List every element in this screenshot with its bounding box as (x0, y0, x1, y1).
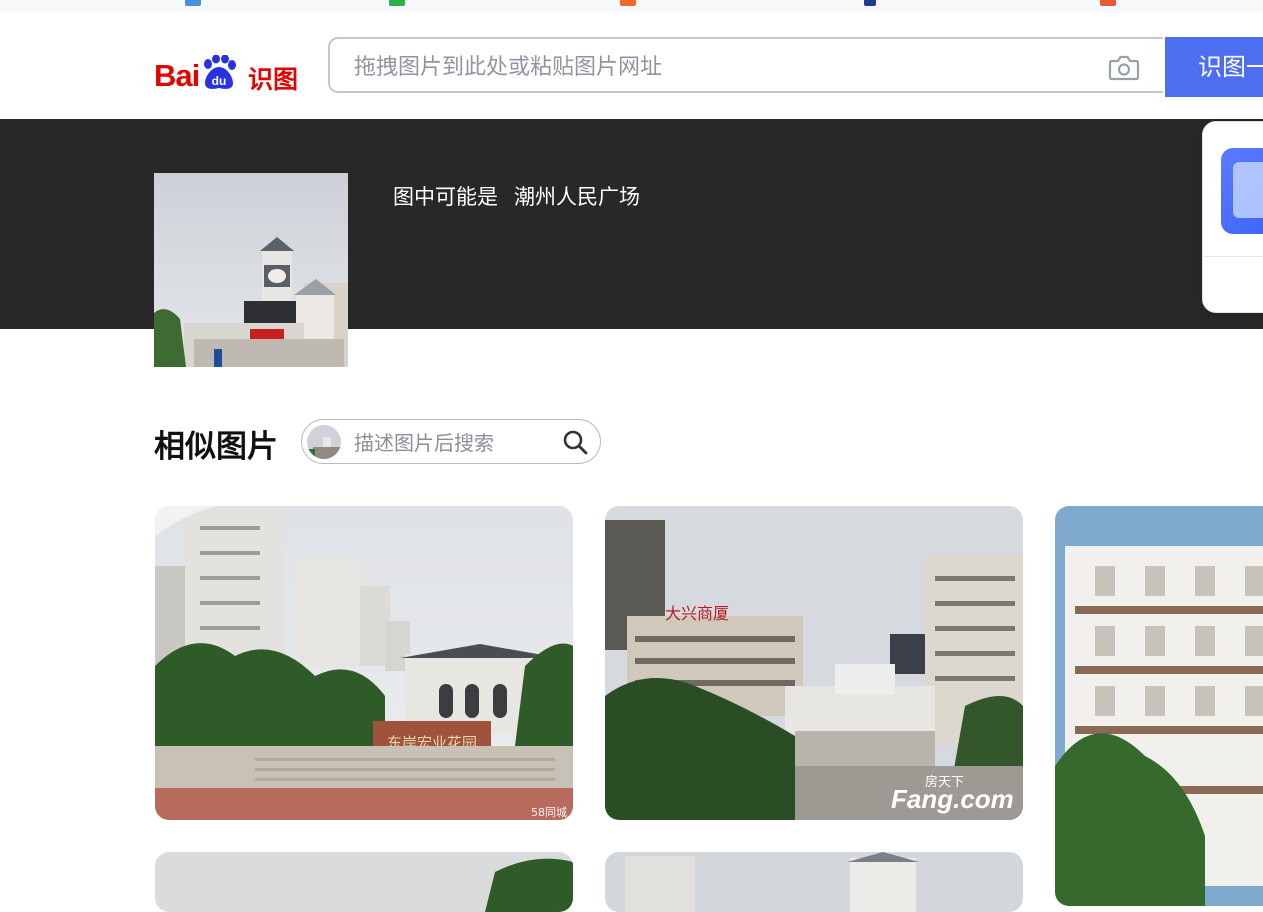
bookmark-icon[interactable] (185, 0, 201, 6)
similar-image-1[interactable]: 东岸宏业花园 58同城 (155, 506, 573, 820)
bookmark-icon[interactable] (864, 0, 876, 6)
paw-icon: du (204, 55, 236, 89)
baidu-logo[interactable]: Bai du 识图 (154, 43, 304, 94)
similar-image-3[interactable] (1055, 506, 1263, 906)
similar-image-5[interactable] (605, 852, 1023, 912)
recognition-result: 图中可能是 潮州人民广场 (393, 181, 640, 211)
guess-label: 图中可能是 (393, 185, 498, 209)
document-icon (1221, 148, 1263, 234)
building-sign: 大兴商厦 (665, 604, 729, 623)
watermark-fang: Fang.com (891, 784, 1014, 814)
query-image[interactable] (154, 173, 348, 367)
similar-image-4[interactable] (155, 852, 573, 912)
search-button[interactable]: 识图一下 (1165, 37, 1263, 97)
side-divider (1203, 256, 1263, 257)
logo-bai-text: Bai (154, 58, 200, 93)
describe-input[interactable] (352, 429, 556, 457)
watermark-58: 58同城 (531, 806, 567, 819)
camera-icon[interactable] (1108, 53, 1140, 81)
bookmark-icon[interactable] (1100, 0, 1116, 6)
logo-shitu-text: 识图 (248, 65, 299, 94)
search-box (328, 37, 1163, 93)
similar-images-title: 相似图片 (154, 429, 278, 465)
bookmark-icon[interactable] (389, 0, 405, 6)
image-url-input[interactable] (352, 51, 1056, 83)
bookmarks-bar (0, 0, 1263, 12)
search-icon[interactable] (562, 429, 588, 455)
similar-image-2[interactable]: 大兴商厦 房天下 Fang.com (605, 506, 1023, 820)
guess-value-link[interactable]: 潮州人民广场 (514, 185, 640, 209)
side-panel-card[interactable] (1202, 121, 1263, 313)
filter-image-thumb (307, 425, 341, 459)
svg-text:du: du (212, 74, 227, 88)
describe-search-box (301, 419, 601, 464)
bookmark-icon[interactable] (620, 0, 636, 6)
